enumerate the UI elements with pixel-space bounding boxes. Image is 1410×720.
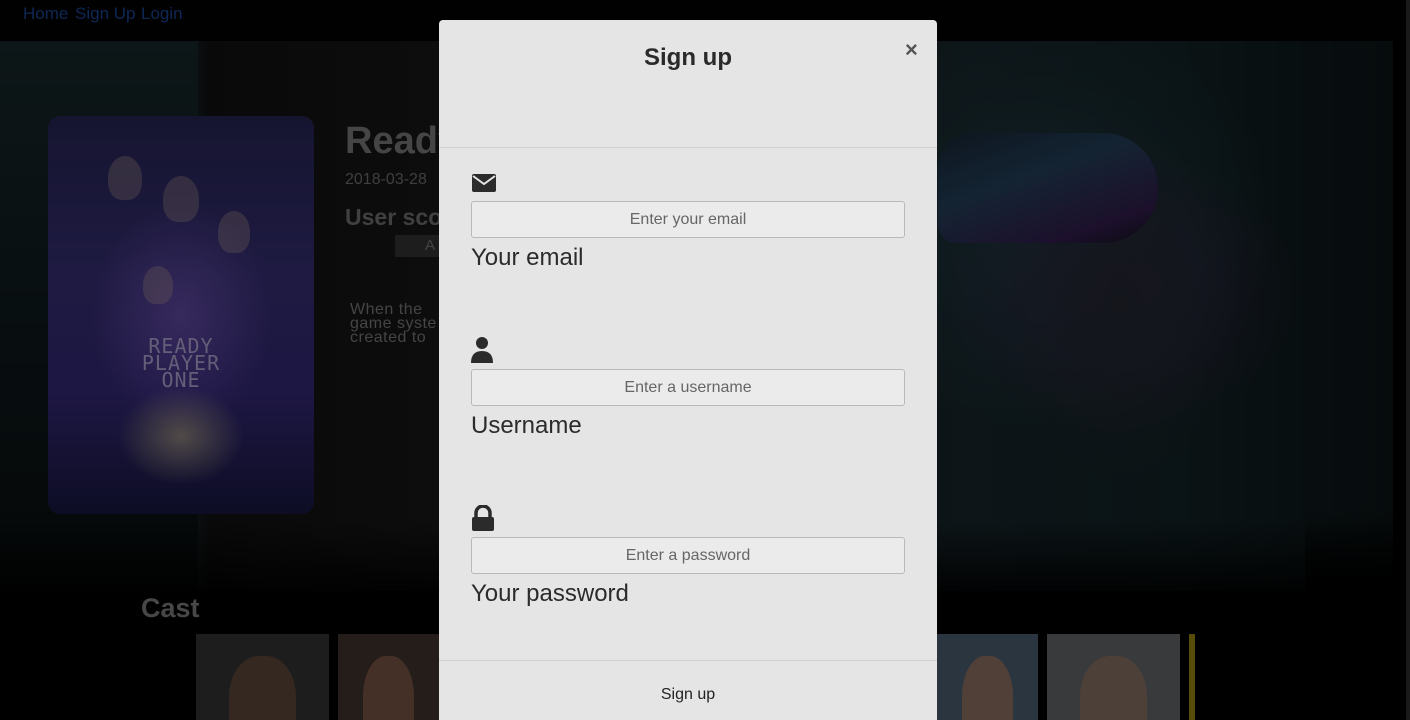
envelope-icon: [472, 174, 496, 192]
email-label: Your email: [471, 244, 584, 271]
user-icon: [471, 337, 493, 363]
signup-submit-button[interactable]: Sign up: [439, 686, 937, 704]
close-icon[interactable]: ×: [905, 38, 918, 62]
footer-divider: [439, 660, 937, 661]
email-field[interactable]: [471, 201, 905, 238]
password-label: Your password: [471, 580, 629, 607]
username-field[interactable]: [471, 369, 905, 406]
modal-title: Sign up: [644, 44, 732, 71]
header-divider: [439, 147, 937, 148]
scrollbar[interactable]: [1406, 0, 1410, 720]
lock-icon: [472, 505, 494, 531]
signup-modal: Sign up × Your email Username Your passw…: [439, 20, 937, 720]
username-label: Username: [471, 412, 582, 439]
password-field[interactable]: [471, 537, 905, 574]
